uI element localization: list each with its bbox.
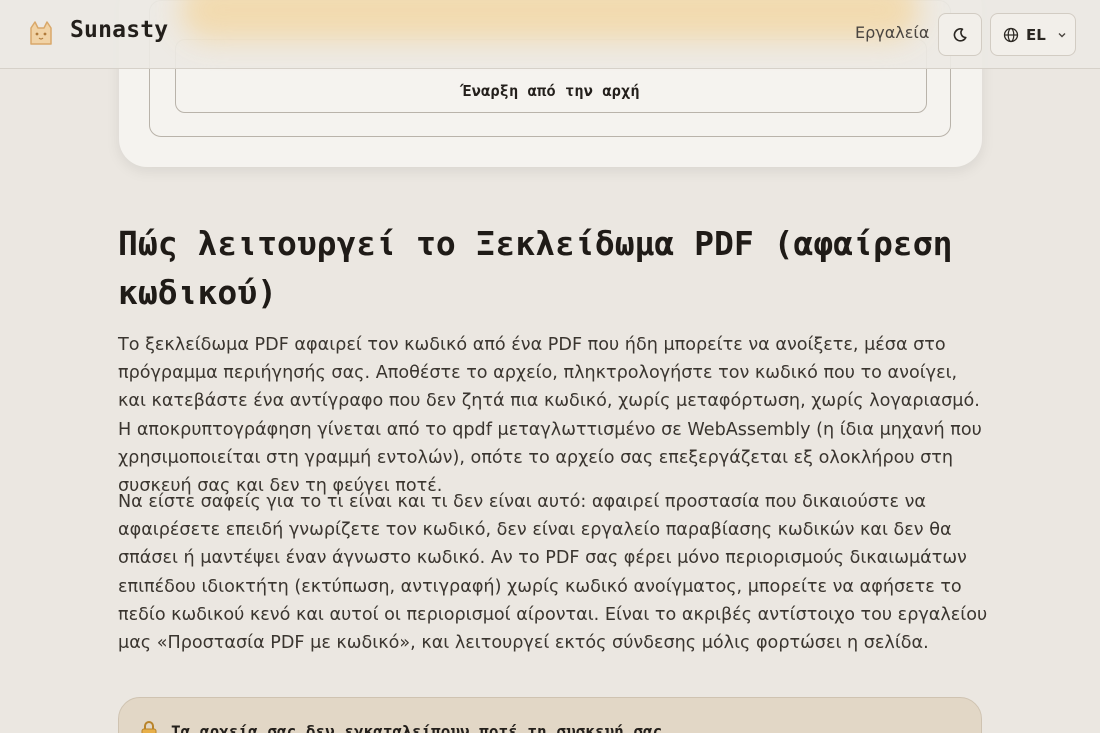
nav-tools-link[interactable]: Εργαλεία xyxy=(855,23,929,42)
globe-icon xyxy=(1003,27,1019,42)
privacy-note: Τα αρχεία σας δεν εγκαταλείπουν ποτέ τη … xyxy=(118,697,982,733)
privacy-note-text: Τα αρχεία σας δεν εγκαταλείπουν ποτέ τη … xyxy=(171,722,663,733)
moon-icon xyxy=(953,27,967,42)
article-paragraph: Να είστε σαφείς για το τι είναι και τι δ… xyxy=(118,492,988,654)
chevron-down-icon xyxy=(1058,32,1066,37)
header-glow xyxy=(180,0,920,40)
article-paragraph: Το ξεκλείδωμα PDF αφαιρεί τον κωδικό από… xyxy=(118,335,982,497)
brand-name[interactable]: Sunasty xyxy=(70,17,168,43)
lock-icon xyxy=(141,721,157,733)
cat-logo-icon[interactable] xyxy=(26,18,56,48)
site-header: Sunasty Εργαλεία EL xyxy=(0,0,1100,69)
language-selector[interactable]: EL xyxy=(990,13,1076,56)
article-heading: Πώς λειτουργεί το Ξεκλείδωμα PDF (αφαίρε… xyxy=(118,224,953,312)
theme-toggle-button[interactable] xyxy=(938,13,982,56)
language-code: EL xyxy=(1026,25,1046,44)
